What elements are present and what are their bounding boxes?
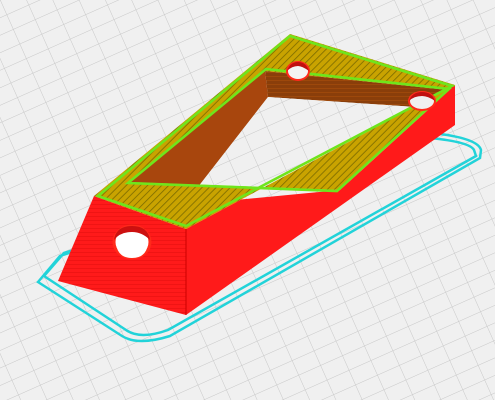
- 3d-viewport[interactable]: [0, 0, 495, 400]
- mount-hole-back-left: [286, 61, 310, 81]
- mount-hole-front: [112, 224, 152, 260]
- mount-hole-back-right: [408, 91, 436, 111]
